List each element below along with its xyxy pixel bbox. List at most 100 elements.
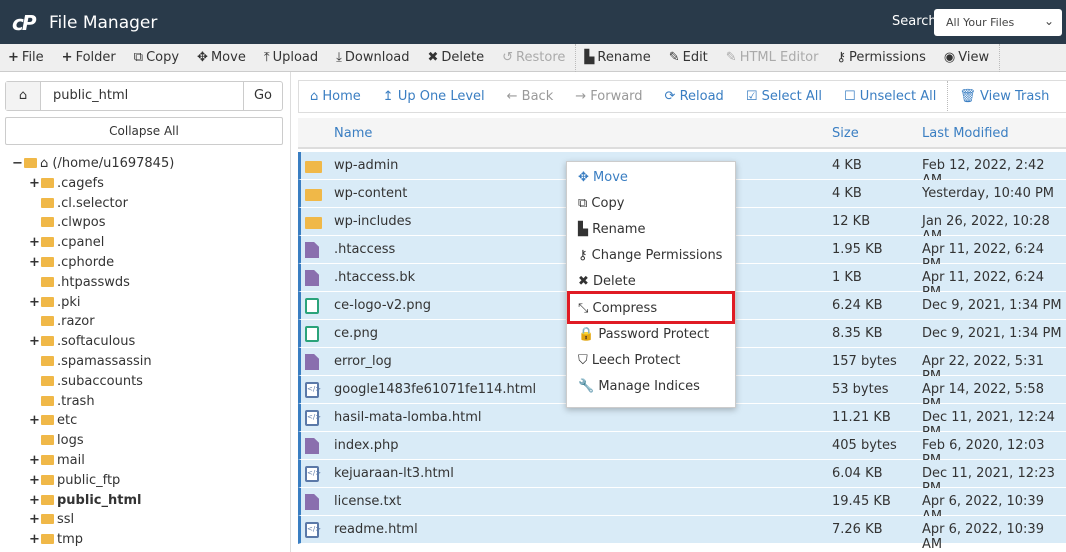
tree-item-ssl[interactable]: + ssl bbox=[0, 510, 290, 530]
text-file-icon bbox=[305, 438, 319, 454]
copy-icon: ⧉ bbox=[133, 50, 144, 65]
expand-icon[interactable]: + bbox=[29, 530, 40, 550]
tree-item-clwpos[interactable]: .clwpos bbox=[0, 213, 290, 233]
tree-item-logs[interactable]: logs bbox=[0, 431, 290, 451]
cpanel-logo[interactable]: cP bbox=[12, 11, 36, 35]
header-bar: cP File Manager Search All Your Files ⌄ bbox=[0, 0, 1066, 44]
code-file-icon: </> bbox=[305, 410, 321, 426]
context-menu-copy[interactable]: ⧉ Copy bbox=[578, 193, 624, 215]
column-name[interactable]: Name bbox=[334, 126, 372, 141]
table-row[interactable]: index.php405 bytesFeb 6, 2020, 12:03 PM bbox=[298, 432, 1066, 468]
tree-item-tmp[interactable]: + tmp bbox=[0, 530, 290, 550]
code-file-icon: </> bbox=[305, 466, 321, 482]
empty-trash-button[interactable]: 🗑 Empty Trash bbox=[1060, 89, 1066, 104]
expand-icon[interactable]: + bbox=[29, 471, 40, 491]
folder-icon bbox=[41, 454, 54, 465]
delete-icon: ✖ bbox=[578, 274, 594, 290]
context-menu-move[interactable]: ✥ Move bbox=[578, 167, 628, 189]
context-menu-compress[interactable]: ⤡ Compress bbox=[578, 298, 657, 320]
column-size[interactable]: Size bbox=[832, 126, 859, 141]
tree-item-label: .clwpos bbox=[57, 215, 106, 231]
up-one-level-button[interactable]: ↥ Up One Level bbox=[372, 89, 496, 104]
table-row[interactable]: </> hasil-mata-lomba.html 11.21 KB Dec 11, … bbox=[298, 404, 1066, 440]
reload-button[interactable]: ⟳ Reload bbox=[654, 89, 735, 104]
folder-button[interactable]: + Folder bbox=[54, 50, 126, 65]
move-button[interactable]: ✥ Move bbox=[189, 50, 256, 65]
tree-item-spamassassin[interactable]: .spamassassin bbox=[0, 352, 290, 372]
file-name: wp-admin bbox=[334, 158, 399, 173]
collapse-icon[interactable]: − bbox=[12, 154, 23, 174]
tree-item-razor[interactable]: .razor bbox=[0, 312, 290, 332]
column-last-modified[interactable]: Last Modified bbox=[922, 126, 1009, 141]
copy-button[interactable]: ⧉ Copy bbox=[126, 50, 189, 65]
tree-item-public-html[interactable]: + public_html bbox=[0, 491, 290, 511]
expand-icon[interactable]: + bbox=[29, 332, 40, 352]
tree-item-public-ftp[interactable]: + public_ftp bbox=[0, 471, 290, 491]
expand-icon[interactable]: + bbox=[29, 510, 40, 530]
tree-item-home-u1697845[interactable]: − ⌂ (/home/u1697845) bbox=[0, 154, 290, 174]
html-editor-button[interactable]: ✎ HTML Editor bbox=[718, 50, 829, 65]
context-menu-manage-indices[interactable]: 🔧 Manage Indices bbox=[578, 376, 700, 398]
tree-item-etc[interactable]: + etc bbox=[0, 411, 290, 431]
upload-button[interactable]: ⤒ Upload bbox=[256, 50, 328, 65]
file-size: 6.04 KB bbox=[832, 466, 883, 481]
table-row[interactable]: license.txt19.45 KBApr 6, 2022, 10:39 AM bbox=[298, 488, 1066, 524]
file-button[interactable]: + File bbox=[0, 50, 54, 65]
tree-item-label: etc bbox=[57, 413, 78, 429]
expand-icon[interactable]: + bbox=[29, 293, 40, 313]
tree-item-mail[interactable]: + mail bbox=[0, 451, 290, 471]
panel-divider[interactable] bbox=[290, 72, 298, 552]
search-label: Search bbox=[892, 14, 937, 29]
restore-button[interactable]: ↺ Restore bbox=[494, 50, 575, 65]
tree-item-cagefs[interactable]: + .cagefs bbox=[0, 174, 290, 194]
expand-icon[interactable]: + bbox=[29, 491, 40, 511]
expand-icon[interactable]: + bbox=[29, 451, 40, 471]
forward-button[interactable]: → Forward bbox=[564, 89, 653, 104]
edit-button[interactable]: ✎ Edit bbox=[661, 50, 718, 65]
home-icon[interactable]: ⌂ bbox=[6, 82, 41, 110]
permissions-button[interactable]: ⚷ Permissions bbox=[828, 50, 935, 65]
context-menu-delete[interactable]: ✖ Delete bbox=[578, 271, 636, 293]
tree-item-softaculous[interactable]: + .softaculous bbox=[0, 332, 290, 352]
tree-item-trash[interactable]: .trash bbox=[0, 392, 290, 412]
restore-icon: ↺ bbox=[502, 50, 514, 65]
expand-icon[interactable]: + bbox=[29, 411, 40, 431]
select-all-button[interactable]: ☑ Select All bbox=[735, 89, 833, 104]
file-size: 1 KB bbox=[832, 270, 862, 285]
tree-item-pki[interactable]: + .pki bbox=[0, 293, 290, 313]
download-button[interactable]: ⤓ Download bbox=[328, 50, 419, 65]
expand-icon[interactable]: + bbox=[29, 253, 40, 273]
file-name: ce.png bbox=[334, 326, 379, 341]
view-trash-button[interactable]: 🗑 View Trash bbox=[948, 89, 1060, 104]
button-label: Permissions bbox=[849, 50, 926, 65]
tree-item-cphorde[interactable]: + .cphorde bbox=[0, 253, 290, 273]
context-menu-password-protect[interactable]: 🔒 Password Protect bbox=[578, 324, 709, 346]
home-button[interactable]: ⌂ Home bbox=[299, 89, 372, 104]
context-menu-change-permissions[interactable]: ⚷ Change Permissions bbox=[578, 245, 722, 267]
tree-item-cl-selector[interactable]: .cl.selector bbox=[0, 194, 290, 214]
table-row[interactable]: </> readme.html 7.26 KB Apr 6, 2022, 10:39 … bbox=[298, 516, 1066, 552]
unselect-all-button[interactable]: ☐ Unselect All bbox=[833, 89, 947, 104]
file-size: 1.95 KB bbox=[832, 242, 883, 257]
path-bar: ⌂ public_html Go bbox=[5, 81, 283, 111]
tree-item-cpanel[interactable]: + .cpanel bbox=[0, 233, 290, 253]
path-input[interactable]: public_html bbox=[41, 82, 243, 110]
table-row[interactable]: </> kejuaraan-lt3.html 6.04 KB Dec 11, 2021… bbox=[298, 460, 1066, 496]
context-menu-rename[interactable]: ▙ Rename bbox=[578, 219, 645, 241]
edit-icon: ✎ bbox=[668, 50, 680, 65]
rename-button[interactable]: ▙ Rename bbox=[576, 50, 660, 65]
folder-icon bbox=[41, 197, 54, 208]
expand-icon[interactable]: + bbox=[29, 233, 40, 253]
view-button[interactable]: ◉ View bbox=[936, 50, 999, 65]
delete-button[interactable]: ✖ Delete bbox=[420, 50, 495, 65]
tree-item-subaccounts[interactable]: .subaccounts bbox=[0, 372, 290, 392]
expand-icon[interactable]: + bbox=[29, 174, 40, 194]
tree-item-htpasswds[interactable]: .htpasswds bbox=[0, 273, 290, 293]
download-icon: ⤓ bbox=[336, 50, 342, 65]
collapse-all-button[interactable]: Collapse All bbox=[5, 117, 283, 145]
back-button[interactable]: ← Back bbox=[496, 89, 565, 104]
search-scope-select[interactable]: All Your Files ⌄ bbox=[934, 9, 1062, 36]
go-button[interactable]: Go bbox=[243, 82, 282, 110]
context-menu-leech-protect[interactable]: ⛉ Leech Protect bbox=[578, 350, 680, 372]
folder-icon bbox=[41, 494, 54, 505]
